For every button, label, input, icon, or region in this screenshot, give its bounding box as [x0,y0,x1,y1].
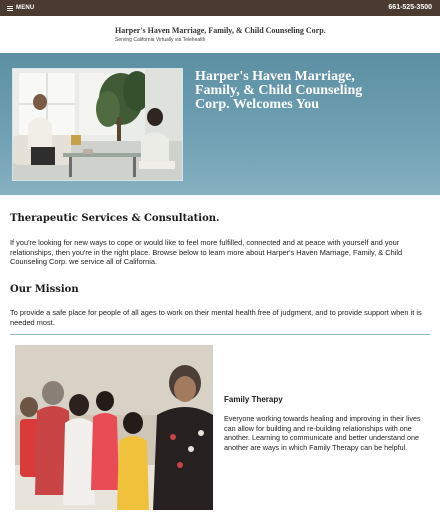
hero-photo-graphic [13,69,182,180]
hero-banner: Harper's Haven Marriage, Family, & Child… [0,53,440,195]
family-photo-graphic [15,345,213,510]
site-tagline: Serving California Virtually via Telehea… [115,37,206,43]
mission-text: To provide a safe place for people of al… [10,308,422,327]
site-brand[interactable]: Harper's Haven Marriage, Family, & Child… [115,26,326,35]
family-therapy-heading: Family Therapy [224,395,283,404]
services-intro: If you're looking for new ways to cope o… [10,238,403,267]
section-divider [10,334,430,335]
family-photo [15,345,213,510]
hero-title: Harper's Haven Marriage, Family, & Child… [195,69,363,112]
top-bar: MENU 661-525-3500 [0,0,440,16]
site-header: Harper's Haven Marriage, Family, & Child… [0,16,440,53]
hamburger-icon[interactable] [7,5,13,11]
menu-label[interactable]: MENU [16,5,34,11]
phone-link[interactable]: 661-525-3500 [388,2,432,14]
menu-button[interactable]: MENU [7,2,34,14]
services-heading: Therapeutic Services & Consultation. [10,213,220,224]
mission-heading: Our Mission [10,284,79,295]
family-therapy-text: Everyone working towards healing and imp… [224,414,421,452]
hero-photo [12,68,183,181]
